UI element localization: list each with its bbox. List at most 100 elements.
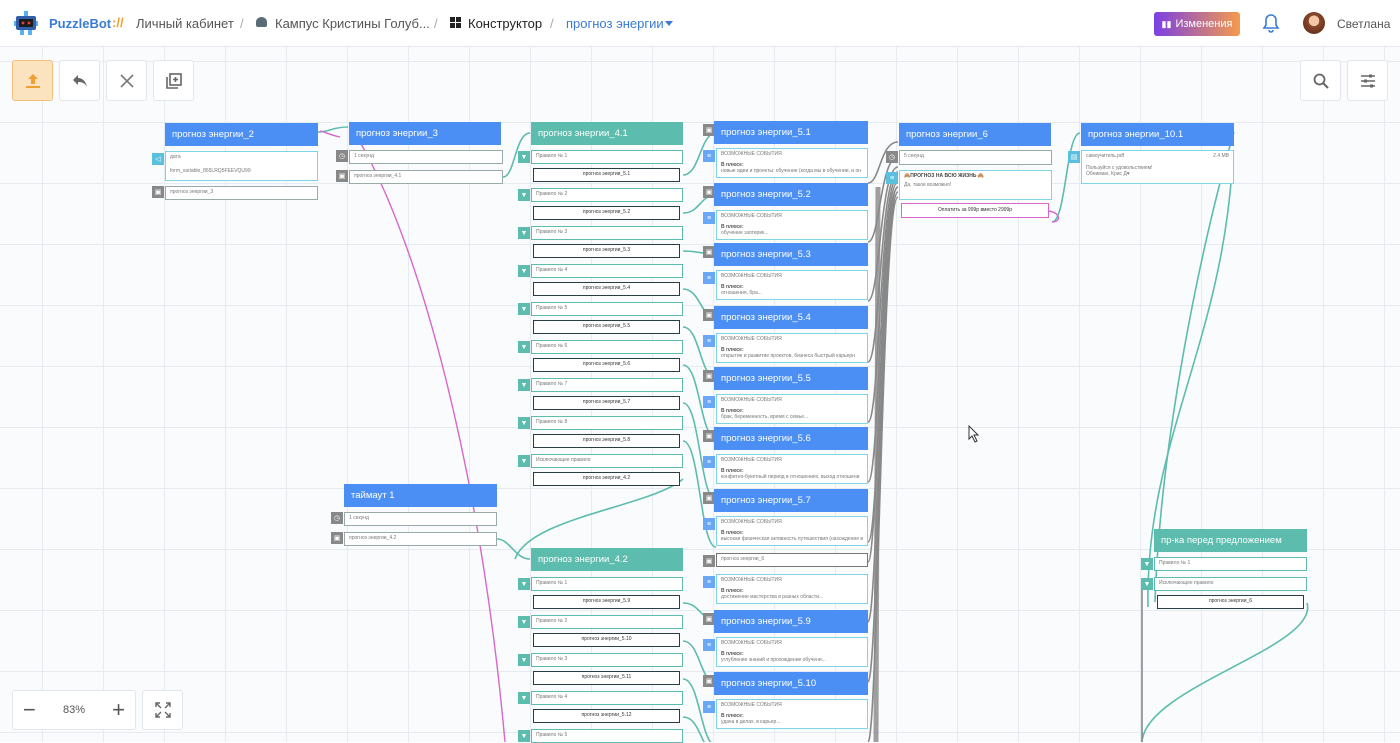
node-header[interactable]: прогноз энергии_10.1: [1081, 123, 1234, 146]
text-message-icon: ≡: [703, 701, 715, 713]
rule-row[interactable]: Правило № 8: [531, 416, 683, 430]
chevron-down-icon[interactable]: [665, 21, 673, 26]
filter-icon: ▼: [518, 303, 530, 315]
message-box[interactable]: ВОЗМОЖНЫЕ СОБЫТИЯ В плюсе: брак, беременно…: [716, 394, 868, 424]
message-box[interactable]: ВОЗМОЖНЫЕ СОБЫТИЯ В плюсе: удача в делах, …: [716, 699, 868, 729]
node-row[interactable]: 🙈ПРОГНОЗ НА ВСЮ ЖИЗНЬ 🙈 Да, такое возможн…: [899, 170, 1052, 200]
rule-row[interactable]: Правило № 2: [531, 188, 683, 202]
zoom-in-button[interactable]: +: [112, 699, 125, 721]
message-box[interactable]: ВОЗМОЖНЫЕ СОБЫТИЯ В плюсе: высокая физичес…: [716, 516, 868, 546]
rule-row[interactable]: Правило № 3: [531, 653, 683, 667]
node-header[interactable]: прогноз энергии_6: [899, 123, 1051, 146]
node-header[interactable]: прогноз энергии_3: [349, 122, 501, 145]
close-button[interactable]: [106, 60, 147, 101]
breadcrumb-current-bot[interactable]: прогноз энергии: [566, 16, 664, 31]
changes-button[interactable]: ▮▮ Изменения: [1154, 12, 1240, 36]
rule-row[interactable]: Правило № 4: [531, 264, 683, 278]
flow-canvas[interactable]: прогноз энергии_2 ◁ дата form_variable_86…: [0, 47, 1400, 743]
add-block-button[interactable]: [153, 60, 194, 101]
rule-row[interactable]: Правило № 2: [531, 615, 683, 629]
rule-row[interactable]: Правило № 1: [531, 150, 683, 164]
changes-label: Изменения: [1175, 18, 1233, 30]
node-header[interactable]: прогноз энергии_5.5: [714, 367, 868, 390]
rule-target-button[interactable]: прогноз энергии_5.5: [533, 320, 680, 334]
node-row[interactable]: дата form_variable_865LRQ5FEEVQU99: [165, 151, 318, 181]
message-line: конфетно-букетный период в отношениях, в…: [721, 474, 860, 480]
node-header[interactable]: прогноз энергии_5.3: [714, 243, 868, 266]
settings-button[interactable]: [1347, 60, 1388, 101]
node-header[interactable]: прогноз энергии_2: [165, 123, 318, 146]
node-row[interactable]: 1 секунд: [349, 150, 503, 164]
message-box[interactable]: ВОЗМОЖНЫЕ СОБЫТИЯ В плюсе: новые идеи и пр…: [716, 148, 868, 178]
rule-target-button[interactable]: прогноз энергии_5.3: [533, 244, 680, 258]
puzzlebot-logo-icon[interactable]: [14, 10, 38, 36]
zoom-out-button[interactable]: −: [23, 699, 36, 721]
rule-target-button[interactable]: прогноз энергии_5.1: [533, 168, 680, 182]
message-box[interactable]: ВОЗМОЖНЫЕ СОБЫТИЯ В плюсе: обучение эзотер…: [716, 210, 868, 240]
fit-screen-button[interactable]: [142, 690, 183, 730]
rule-target-button[interactable]: прогноз энергии_5.8: [533, 434, 680, 448]
node-row[interactable]: Исключающее правило: [1154, 577, 1307, 591]
pay-button[interactable]: Оплатить за 999р вместо 2999р: [901, 203, 1049, 218]
search-icon: [1313, 73, 1329, 89]
undo-button[interactable]: [59, 60, 100, 101]
message-box[interactable]: ВОЗМОЖНЫЕ СОБЫТИЯ В плюсе: достижение маст…: [716, 574, 868, 604]
node-header[interactable]: прогноз энергии_5.10: [714, 672, 868, 695]
message-heading: ВОЗМОЖНЫЕ СОБЫТИЯ: [721, 397, 782, 403]
filter-icon: ▼: [518, 189, 530, 201]
node-row[interactable]: 5 секунд: [899, 150, 1052, 165]
upload-button[interactable]: [12, 60, 53, 101]
node-header[interactable]: прогноз энергии_5.6: [714, 427, 868, 450]
node-header[interactable]: прогноз энергии_5.1: [714, 121, 868, 144]
rule-target-button[interactable]: прогноз энергии_5.7: [533, 396, 680, 410]
node-header[interactable]: прогноз энергии_5.7: [714, 489, 868, 512]
breadcrumb-constructor[interactable]: Конструктор: [468, 16, 542, 31]
rule-target-button[interactable]: прогноз энергии_5.6: [533, 358, 680, 372]
node-header[interactable]: пр-ка перед предложением: [1154, 529, 1307, 552]
node-row[interactable]: прогноз энергии_4.1: [349, 170, 503, 184]
user-name[interactable]: Светлана: [1337, 17, 1390, 31]
rule-row[interactable]: Правило № 5: [531, 302, 683, 316]
rule-row[interactable]: Правило № 4: [531, 691, 683, 705]
rule-row[interactable]: Правило № 6: [531, 340, 683, 354]
message-box[interactable]: ВОЗМОЖНЫЕ СОБЫТИЯ В плюсе: конфетно-букетн…: [716, 454, 868, 484]
node-row[interactable]: Правило № 1: [1154, 557, 1307, 571]
search-button[interactable]: [1300, 60, 1341, 101]
rule-target-button[interactable]: прогноз энергии_5.2: [533, 206, 680, 220]
bell-icon[interactable]: [1262, 13, 1280, 33]
node-header[interactable]: таймаут 1: [344, 484, 497, 507]
breadcrumb-campus[interactable]: Кампус Кристины Голуб...: [275, 16, 430, 31]
node-header[interactable]: прогноз энергии_4.2: [531, 548, 683, 571]
node-row[interactable]: прогноз энергии_4.2: [344, 532, 497, 546]
avatar[interactable]: [1303, 12, 1325, 34]
filter-icon: ▼: [518, 455, 530, 467]
node-row[interactable]: 1 секунд: [344, 512, 497, 526]
brand-name[interactable]: PuzzleBot: [49, 16, 111, 31]
rule-row[interactable]: Правило № 7: [531, 378, 683, 392]
rule-target-button[interactable]: прогноз энергии_5.10: [533, 633, 680, 647]
node-header[interactable]: прогноз энергии_5.9: [714, 610, 868, 633]
message-box[interactable]: ВОЗМОЖНЫЕ СОБЫТИЯ В плюсе: открытие и разв…: [716, 333, 868, 363]
text-message-icon: ≡: [703, 576, 715, 588]
rule-target-button[interactable]: прогноз энергии_5.11: [533, 671, 680, 685]
node-row[interactable]: самоучитель.pdf 2.4 MB Пользуйся с удоволь…: [1081, 150, 1234, 184]
message-box[interactable]: ВОЗМОЖНЫЕ СОБЫТИЯ В плюсе: углубление знан…: [716, 637, 868, 667]
node-header[interactable]: прогноз энергии_5.4: [714, 306, 868, 329]
node-row[interactable]: прогноз энергии_3: [165, 186, 318, 200]
rule-row[interactable]: Правило № 3: [531, 226, 683, 240]
rule-row[interactable]: Правило № 1: [531, 577, 683, 591]
message-box[interactable]: ВОЗМОЖНЫЕ СОБЫТИЯ В плюсе: отношения, бра.…: [716, 270, 868, 300]
rule-target-button[interactable]: прогноз энергии_5.4: [533, 282, 680, 296]
rule-target-button[interactable]: прогноз энергии_4.2: [533, 472, 680, 486]
node-header[interactable]: прогноз энергии_4.1: [531, 122, 683, 145]
node-row[interactable]: прогноз энергии_6: [716, 553, 868, 567]
target-button[interactable]: прогноз энергии_6: [1157, 595, 1304, 609]
zoom-level: 83%: [62, 704, 86, 716]
link-icon: ▣: [336, 170, 348, 182]
breadcrumb-cabinet[interactable]: Личный кабинет: [136, 16, 234, 31]
rule-target-button[interactable]: прогноз энергии_5.12: [533, 709, 680, 723]
rule-target-button[interactable]: прогноз энергии_5.9: [533, 595, 680, 609]
node-header[interactable]: прогноз энергии_5.2: [714, 183, 868, 206]
rule-row[interactable]: Правило № 5: [531, 729, 683, 743]
rule-row[interactable]: Исключающее правило: [531, 454, 683, 468]
